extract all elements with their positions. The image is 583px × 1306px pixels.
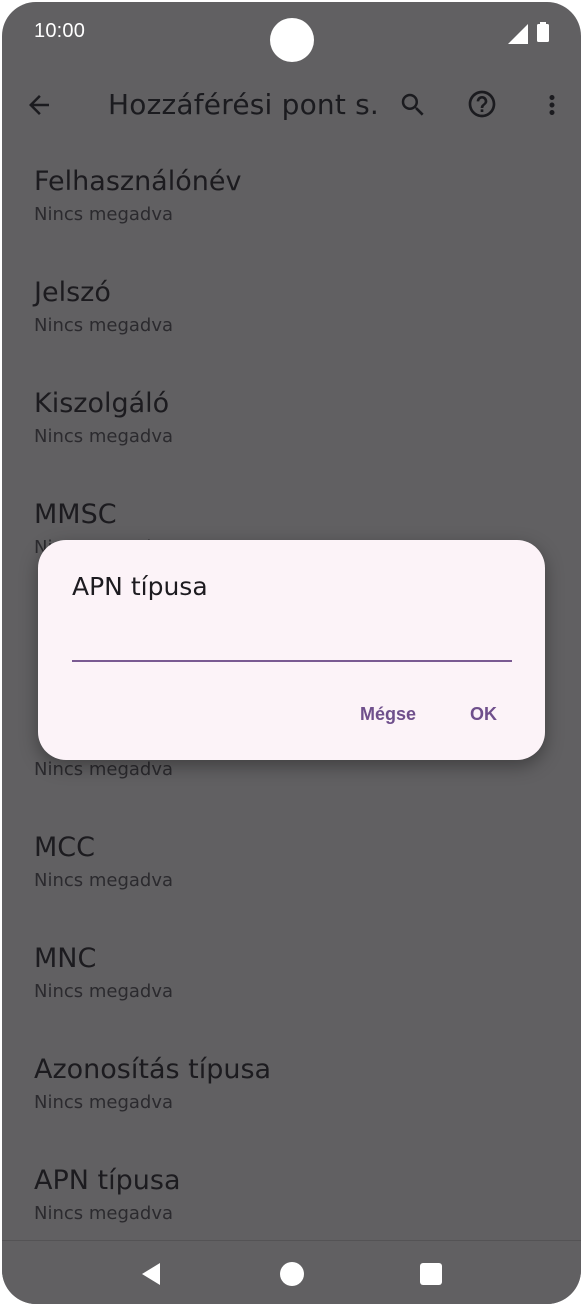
setting-title: Azonosítás típusa: [34, 1054, 272, 1085]
battery-icon: [537, 22, 549, 42]
setting-item-username[interactable]: Felhasználónév Nincs megadva: [2, 146, 581, 257]
apn-type-dialog: APN típusa Mégse OK: [38, 540, 545, 760]
setting-item-mnc[interactable]: MNC Nincs megadva: [2, 923, 581, 1034]
signal-icon: [508, 24, 528, 44]
app-bar: Hozzáférési pont s...: [2, 66, 581, 146]
setting-title: MNC: [34, 943, 97, 974]
apn-type-input[interactable]: [72, 628, 512, 662]
setting-value: Nincs megadva: [34, 204, 174, 225]
setting-item-mcc[interactable]: MCC Nincs megadva: [2, 812, 581, 923]
setting-item-server[interactable]: Kiszolgáló Nincs megadva: [2, 368, 581, 479]
navigation-bar: [2, 1240, 581, 1304]
nav-recents-icon[interactable]: [420, 1263, 442, 1285]
setting-value: Nincs megadva: [34, 981, 174, 1002]
page-title: Hozzáférési pont s...: [108, 88, 378, 121]
status-time: 10:00: [34, 20, 86, 42]
help-icon[interactable]: [466, 88, 498, 120]
setting-title: APN típusa: [34, 1165, 181, 1196]
nav-home-icon[interactable]: [280, 1262, 304, 1286]
setting-value: Nincs megadva: [34, 315, 174, 336]
setting-value: Nincs megadva: [34, 1203, 174, 1224]
setting-title: MCC: [34, 832, 96, 863]
cancel-button[interactable]: Mégse: [360, 704, 416, 725]
nav-back-icon[interactable]: [138, 1261, 164, 1287]
setting-item-password[interactable]: Jelszó Nincs megadva: [2, 257, 581, 368]
setting-title: MMSC: [34, 499, 117, 530]
setting-title: Kiszolgáló: [34, 388, 170, 419]
ok-button[interactable]: OK: [470, 704, 497, 725]
setting-title: Jelszó: [34, 277, 111, 308]
dialog-title: APN típusa: [72, 572, 208, 601]
setting-value: Nincs megadva: [34, 759, 174, 780]
setting-value: Nincs megadva: [34, 870, 174, 891]
setting-title: Felhasználónév: [34, 166, 242, 197]
camera-cutout: [270, 18, 314, 62]
phone-screen: 10:00 Hozzáférési pont s... Felhasználón…: [2, 2, 581, 1304]
more-vert-icon[interactable]: [537, 90, 567, 120]
setting-item-auth-type[interactable]: Azonosítás típusa Nincs megadva: [2, 1034, 581, 1145]
setting-value: Nincs megadva: [34, 426, 174, 447]
arrow-back-icon[interactable]: [24, 90, 54, 120]
setting-value: Nincs megadva: [34, 1092, 174, 1113]
status-bar: 10:00: [2, 2, 581, 66]
search-icon[interactable]: [398, 90, 428, 120]
